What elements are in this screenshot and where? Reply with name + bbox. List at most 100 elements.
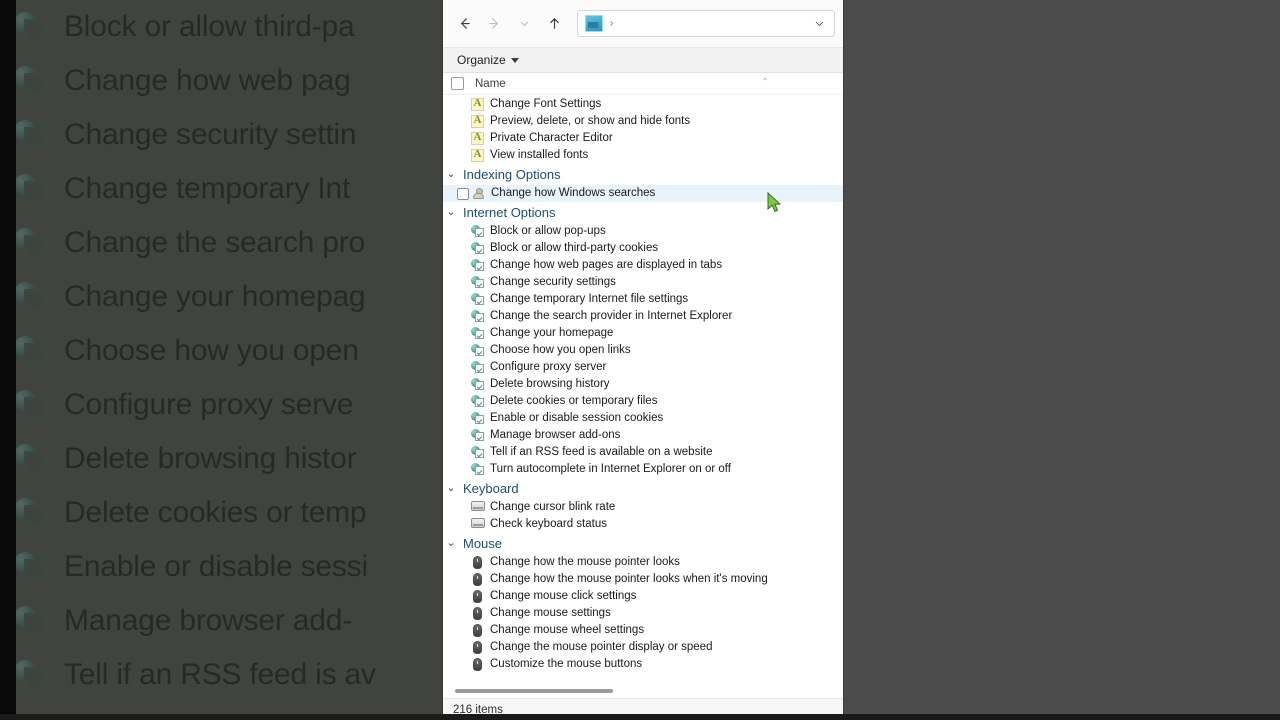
- list-item[interactable]: Check keyboard status: [443, 516, 843, 533]
- list-item[interactable]: Delete cookies or temporary files: [443, 393, 843, 410]
- horizontal-scrollbar[interactable]: [443, 686, 843, 698]
- globe-icon: [471, 292, 485, 306]
- list-item-icon: [471, 657, 485, 672]
- list-item[interactable]: Change temporary Internet file settings: [443, 291, 843, 308]
- column-header-name[interactable]: Name: [475, 78, 506, 90]
- address-dropdown-icon[interactable]: [813, 17, 826, 30]
- list-item[interactable]: Change cursor blink rate: [443, 499, 843, 516]
- list-item[interactable]: Change the mouse pointer display or spee…: [443, 639, 843, 656]
- globe-icon: [471, 428, 485, 442]
- group-header[interactable]: ⌄ Mouse: [443, 533, 843, 554]
- list-item-label: Check keyboard status: [490, 517, 607, 530]
- list-item-label: Choose how you open links: [490, 343, 631, 356]
- background-globe-icon: [14, 10, 52, 44]
- list-item[interactable]: Turn autocomplete in Internet Explorer o…: [443, 461, 843, 478]
- up-button[interactable]: [539, 9, 569, 39]
- background-globe-icon: [14, 226, 52, 260]
- group-header-label: Indexing Options: [463, 167, 561, 182]
- list-item[interactable]: Change mouse click settings: [443, 588, 843, 605]
- group-header[interactable]: ⌄ Indexing Options: [443, 164, 843, 185]
- background-globe-icon: [14, 334, 52, 368]
- list-item[interactable]: Change the search provider in Internet E…: [443, 308, 843, 325]
- background-globe-icon: [14, 64, 52, 98]
- list-item[interactable]: Change Font Settings: [443, 96, 843, 113]
- background-row-label: Configure proxy serve: [64, 388, 354, 421]
- background-left-edge: [0, 0, 16, 720]
- list-item[interactable]: Private Character Editor: [443, 130, 843, 147]
- list-item-label: Delete browsing history: [490, 377, 610, 390]
- group-header[interactable]: ⌄ Internet Options: [443, 202, 843, 223]
- globe-icon: [471, 241, 485, 255]
- list-item-icon: [472, 187, 486, 201]
- globe-icon: [471, 445, 485, 459]
- list-item[interactable]: Delete browsing history: [443, 376, 843, 393]
- list-item[interactable]: Tell if an RSS feed is available on a we…: [443, 444, 843, 461]
- select-all-checkbox[interactable]: [451, 77, 464, 90]
- background-row: Enable or disable sessi: [14, 540, 443, 594]
- mouse-icon: [473, 606, 482, 620]
- background-globe-icon: [14, 604, 52, 638]
- list-item[interactable]: Change mouse settings: [443, 605, 843, 622]
- bottom-letterbox: [0, 714, 1280, 720]
- list-item[interactable]: Change your homepage: [443, 325, 843, 342]
- list-item-icon: [471, 517, 485, 532]
- list-item[interactable]: Change mouse wheel settings: [443, 622, 843, 639]
- horizontal-scrollbar-thumb[interactable]: [455, 689, 613, 693]
- list-item-label: Change how web pages are displayed in ta…: [490, 258, 723, 271]
- list-item-label: Change mouse settings: [490, 606, 611, 619]
- list-item-icon: [471, 343, 485, 358]
- list-item[interactable]: Block or allow pop-ups: [443, 223, 843, 240]
- globe-icon: [471, 326, 485, 340]
- background-row: Change temporary Int: [14, 162, 443, 216]
- globe-icon: [471, 394, 485, 408]
- background-row: Change your homepag: [14, 270, 443, 324]
- list-item[interactable]: Configure proxy server: [443, 359, 843, 376]
- screen: Block or allow third-pa Change how web pa…: [0, 0, 1280, 720]
- font-icon: [471, 97, 484, 111]
- organize-menu-button[interactable]: Organize: [453, 52, 523, 68]
- globe-icon: [471, 309, 485, 323]
- list-item-label: Change your homepage: [490, 326, 614, 339]
- recent-locations-button[interactable]: [509, 9, 539, 39]
- list-item-label: Preview, delete, or show and hide fonts: [490, 114, 691, 127]
- background-row-label: Manage browser add-: [64, 604, 353, 637]
- group-header[interactable]: ⌄ Keyboard: [443, 478, 843, 499]
- background-globe-icon: [14, 550, 52, 584]
- font-icon: [471, 148, 484, 162]
- forward-button[interactable]: [479, 9, 509, 39]
- list-item[interactable]: Choose how you open links: [443, 342, 843, 359]
- list-item[interactable]: Manage browser add-ons: [443, 427, 843, 444]
- list-item-label: Change the search provider in Internet E…: [490, 309, 733, 322]
- back-button[interactable]: [449, 9, 479, 39]
- list-item-label: Change Font Settings: [490, 97, 602, 110]
- background-globe-icon: [14, 172, 52, 206]
- column-header-row: Name ⌃: [443, 73, 843, 95]
- list-item-label: View installed fonts: [490, 148, 589, 161]
- list-item[interactable]: Change how the mouse pointer looks: [443, 554, 843, 571]
- list-item-icon: [471, 589, 485, 604]
- list-item-label: Change the mouse pointer display or spee…: [490, 640, 713, 653]
- list-item[interactable]: View installed fonts: [443, 147, 843, 164]
- list-item-icon: [471, 572, 485, 587]
- list-item[interactable]: Customize the mouse buttons: [443, 656, 843, 673]
- list-item-label: Enable or disable session cookies: [490, 411, 664, 424]
- list-item-icon: [471, 148, 485, 163]
- mouse-icon: [473, 657, 482, 671]
- address-bar[interactable]: ›: [577, 10, 835, 37]
- list-item[interactable]: Change security settings: [443, 274, 843, 291]
- list-item[interactable]: Change how Windows searches: [443, 185, 843, 202]
- list-item[interactable]: Change how the mouse pointer looks when …: [443, 571, 843, 588]
- file-list[interactable]: Change Font Settings Preview, delete, or …: [443, 95, 843, 686]
- background-row: Change how web pag: [14, 54, 443, 108]
- background-row-label: Change your homepag: [64, 280, 366, 313]
- list-item[interactable]: Enable or disable session cookies: [443, 410, 843, 427]
- list-item[interactable]: Change how web pages are displayed in ta…: [443, 257, 843, 274]
- list-item[interactable]: Block or allow third-party cookies: [443, 240, 843, 257]
- list-item[interactable]: Preview, delete, or show and hide fonts: [443, 113, 843, 130]
- item-checkbox[interactable]: [457, 187, 469, 200]
- background-row: Block or allow third-pa: [14, 0, 443, 54]
- list-item-label: Block or allow third-party cookies: [490, 241, 659, 254]
- list-item-icon: [471, 258, 485, 273]
- group-header-label: Mouse: [463, 536, 503, 551]
- globe-icon: [471, 258, 485, 272]
